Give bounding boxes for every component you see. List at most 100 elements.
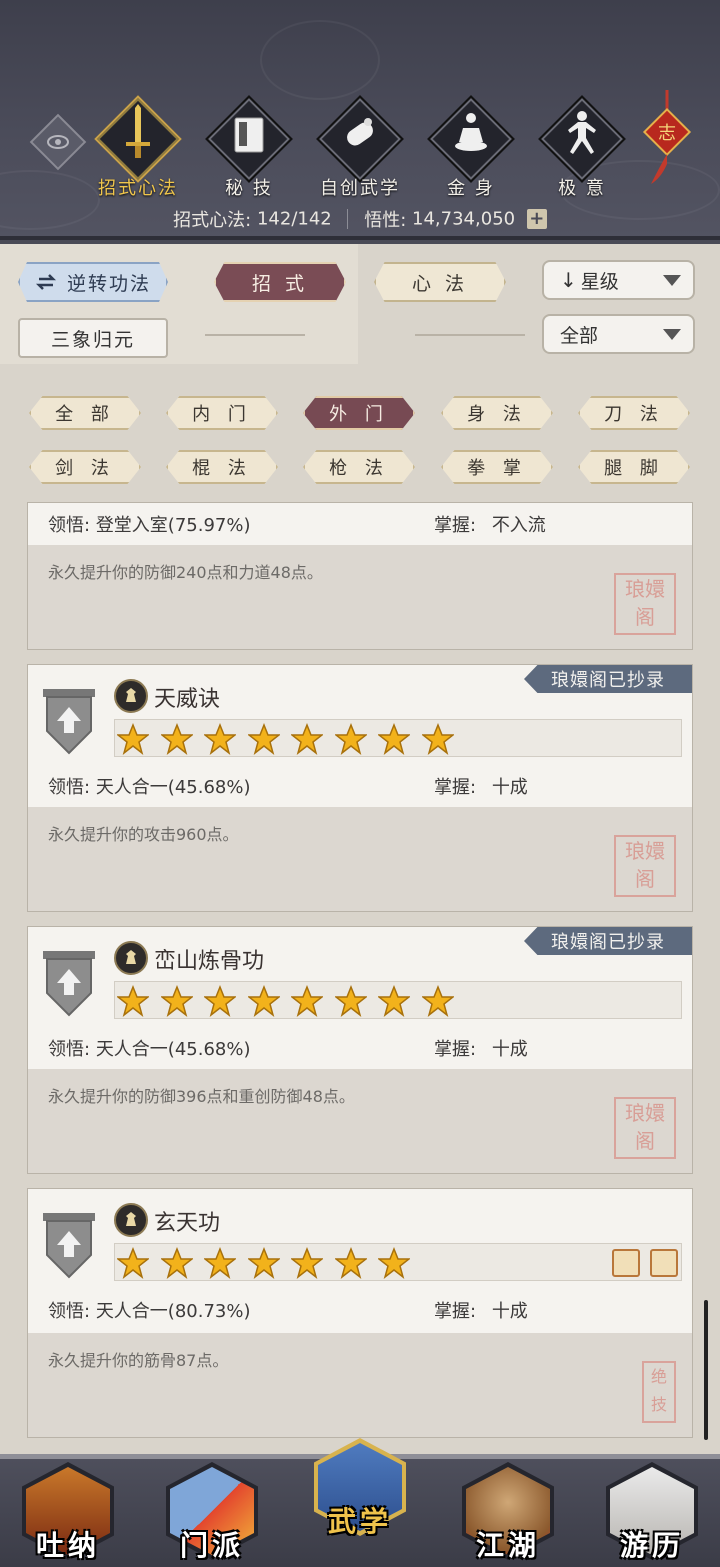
scrollbar[interactable] <box>704 1300 708 1440</box>
tab-moves-label: 招 式 <box>251 272 309 295</box>
star-rating <box>114 1243 682 1281</box>
upgrade-shield-icon[interactable] <box>41 951 97 1019</box>
category-tab-secret-skills[interactable]: 秘 技 <box>201 95 297 200</box>
star-icon <box>334 985 367 1017</box>
star-icon <box>378 985 410 1017</box>
meditation-icon <box>455 113 487 151</box>
skill-description: 永久提升你的防御396点和重创防御48点。 <box>48 1087 355 1106</box>
star-icon <box>291 723 323 755</box>
upgrade-shield-icon[interactable] <box>41 1213 97 1281</box>
star-icon <box>334 1247 367 1279</box>
category-label: 自创武学 <box>320 178 400 199</box>
chevron-down-icon <box>663 275 681 286</box>
chinese-knot-button[interactable]: 志 <box>642 90 692 200</box>
bottom-nav: 吐纳 门派 武学 江湖 游历 <box>0 1438 720 1567</box>
chevron-down-icon <box>663 329 681 340</box>
arrow-down-icon: ↓ <box>560 268 577 292</box>
mastery-label: 掌握: <box>434 515 477 536</box>
filter-tag-sword[interactable]: 剑 法 <box>29 450 141 484</box>
scope-select-value: 全部 <box>560 324 599 347</box>
skill-badge-icon[interactable] <box>612 1249 640 1277</box>
sort-select[interactable]: ↓ 星级 <box>542 260 695 300</box>
sanxiang-button[interactable]: 三象归元 <box>18 318 168 358</box>
divider <box>415 334 525 336</box>
star-icon <box>378 1247 410 1279</box>
filter-tag-outer[interactable]: 外 门 <box>303 396 415 430</box>
tab-mental-methods[interactable]: 心 法 <box>374 262 506 302</box>
skill-description-box: 永久提升你的防御396点和重创防御48点。 琅嬛阁 <box>28 1069 692 1173</box>
seal-stamp: 琅嬛阁 <box>614 835 676 897</box>
seal-stamp: 琅嬛阁 <box>614 573 676 635</box>
upgrade-shield-icon[interactable] <box>41 689 97 757</box>
tab-mental-label: 心 法 <box>411 272 469 295</box>
mastery-label: 掌握: <box>434 777 477 798</box>
skill-card[interactable]: 琅嬛阁已抄录 天威诀 领悟: 天人合一(45.68%) 掌握: 十成 永久提升你… <box>27 664 693 912</box>
star-icon <box>247 985 280 1017</box>
skill-description-box: 永久提升你的筋骨87点。 绝技 <box>28 1333 692 1437</box>
seal-stamp: 绝技 <box>642 1361 676 1423</box>
category-label: 秘 技 <box>225 178 273 199</box>
skill-card[interactable]: 领悟: 登堂入室(75.97%) 掌握: 不入流 永久提升你的防御240点和力道… <box>27 502 693 650</box>
star-rating <box>114 719 682 757</box>
mastery-value: 十成 <box>491 1039 528 1060</box>
filter-tag-staff[interactable]: 棍 法 <box>166 450 278 484</box>
star-icon <box>334 723 367 755</box>
skill-description-box: 永久提升你的防御240点和力道48点。 琅嬛阁 <box>28 545 692 649</box>
star-icon <box>378 723 410 755</box>
skill-name: 峦山炼骨功 <box>154 949 265 974</box>
nav-martial-arts[interactable]: 武学 <box>300 1434 420 1542</box>
skill-list[interactable]: 领悟: 登堂入室(75.97%) 掌握: 不入流 永久提升你的防御240点和力道… <box>12 490 708 1440</box>
star-icon <box>291 985 323 1017</box>
comprehension-value: 天人合一(80.73%) <box>95 1301 251 1322</box>
seal-stamp: 琅嬛阁 <box>614 1097 676 1159</box>
add-insight-button[interactable]: + <box>526 209 547 229</box>
filter-tag-leg[interactable]: 腿 脚 <box>578 450 690 484</box>
nav-sect[interactable]: 门派 <box>152 1458 272 1566</box>
star-icon <box>117 723 149 755</box>
category-tab-moves[interactable]: 招式心法 <box>90 95 186 200</box>
skill-description: 永久提升你的筋骨87点。 <box>48 1351 229 1370</box>
filter-tag-all[interactable]: 全 部 <box>29 396 141 430</box>
skill-description-box: 永久提升你的攻击960点。 琅嬛阁 <box>28 807 692 911</box>
nav-label: 门派 <box>179 1529 244 1562</box>
skill-badge-icon[interactable] <box>650 1249 678 1277</box>
tab-moves[interactable]: 招 式 <box>214 262 346 302</box>
skills-count-value: 142/142 <box>256 208 332 230</box>
category-label: 极 意 <box>558 178 606 199</box>
skill-type-icon <box>114 679 148 713</box>
star-rating <box>114 981 682 1019</box>
filter-tag-spear[interactable]: 枪 法 <box>303 450 415 484</box>
mastery-value: 十成 <box>491 1301 528 1322</box>
category-tab-golden-body[interactable]: 金 身 <box>423 95 519 200</box>
nav-tuna[interactable]: 吐纳 <box>8 1458 128 1566</box>
comprehension-label: 领悟: <box>48 1301 91 1322</box>
filter-tag-fist[interactable]: 拳 掌 <box>441 450 553 484</box>
scope-select[interactable]: 全部 <box>542 314 695 354</box>
skill-type-icon <box>114 941 148 975</box>
nav-label: 吐纳 <box>35 1529 100 1562</box>
star-icon <box>421 723 454 755</box>
nav-jianghu[interactable]: 江湖 <box>448 1458 568 1566</box>
nav-label: 江湖 <box>475 1529 540 1562</box>
mastery-label: 掌握: <box>434 1039 477 1060</box>
category-tab-ultimate[interactable]: 极 意 <box>534 95 630 200</box>
sort-select-value: 星级 <box>580 270 619 293</box>
comprehension-label: 领悟: <box>48 777 91 798</box>
nav-travel[interactable]: 游历 <box>592 1458 712 1566</box>
filter-tag-inner[interactable]: 内 门 <box>166 396 278 430</box>
mastery-value: 十成 <box>491 777 528 798</box>
star-icon <box>247 723 280 755</box>
toggle-visibility-button[interactable] <box>29 113 87 171</box>
comprehension-value: 天人合一(45.68%) <box>95 777 251 798</box>
skill-card[interactable]: 玄天功 领悟: 天人合一(80.73%) 掌握: 十成 永久提升你的筋骨87点。… <box>27 1188 693 1438</box>
filter-tag-body[interactable]: 身 法 <box>441 396 553 430</box>
skill-card[interactable]: 琅嬛阁已抄录 峦山炼骨功 领悟: 天人合一(45.68%) 掌握: 十成 永久提… <box>27 926 693 1174</box>
category-tab-self-created[interactable]: 自创武学 <box>312 95 408 200</box>
knot-char: 志 <box>658 123 676 144</box>
reverse-technique-label: 逆转功法 <box>66 272 151 295</box>
filter-tag-blade[interactable]: 刀 法 <box>578 396 690 430</box>
reverse-technique-button[interactable]: 逆转功法 <box>18 262 168 302</box>
category-label: 金 身 <box>447 178 495 199</box>
skill-type-icon <box>114 1203 148 1237</box>
comprehension-value: 天人合一(45.68%) <box>95 1039 251 1060</box>
